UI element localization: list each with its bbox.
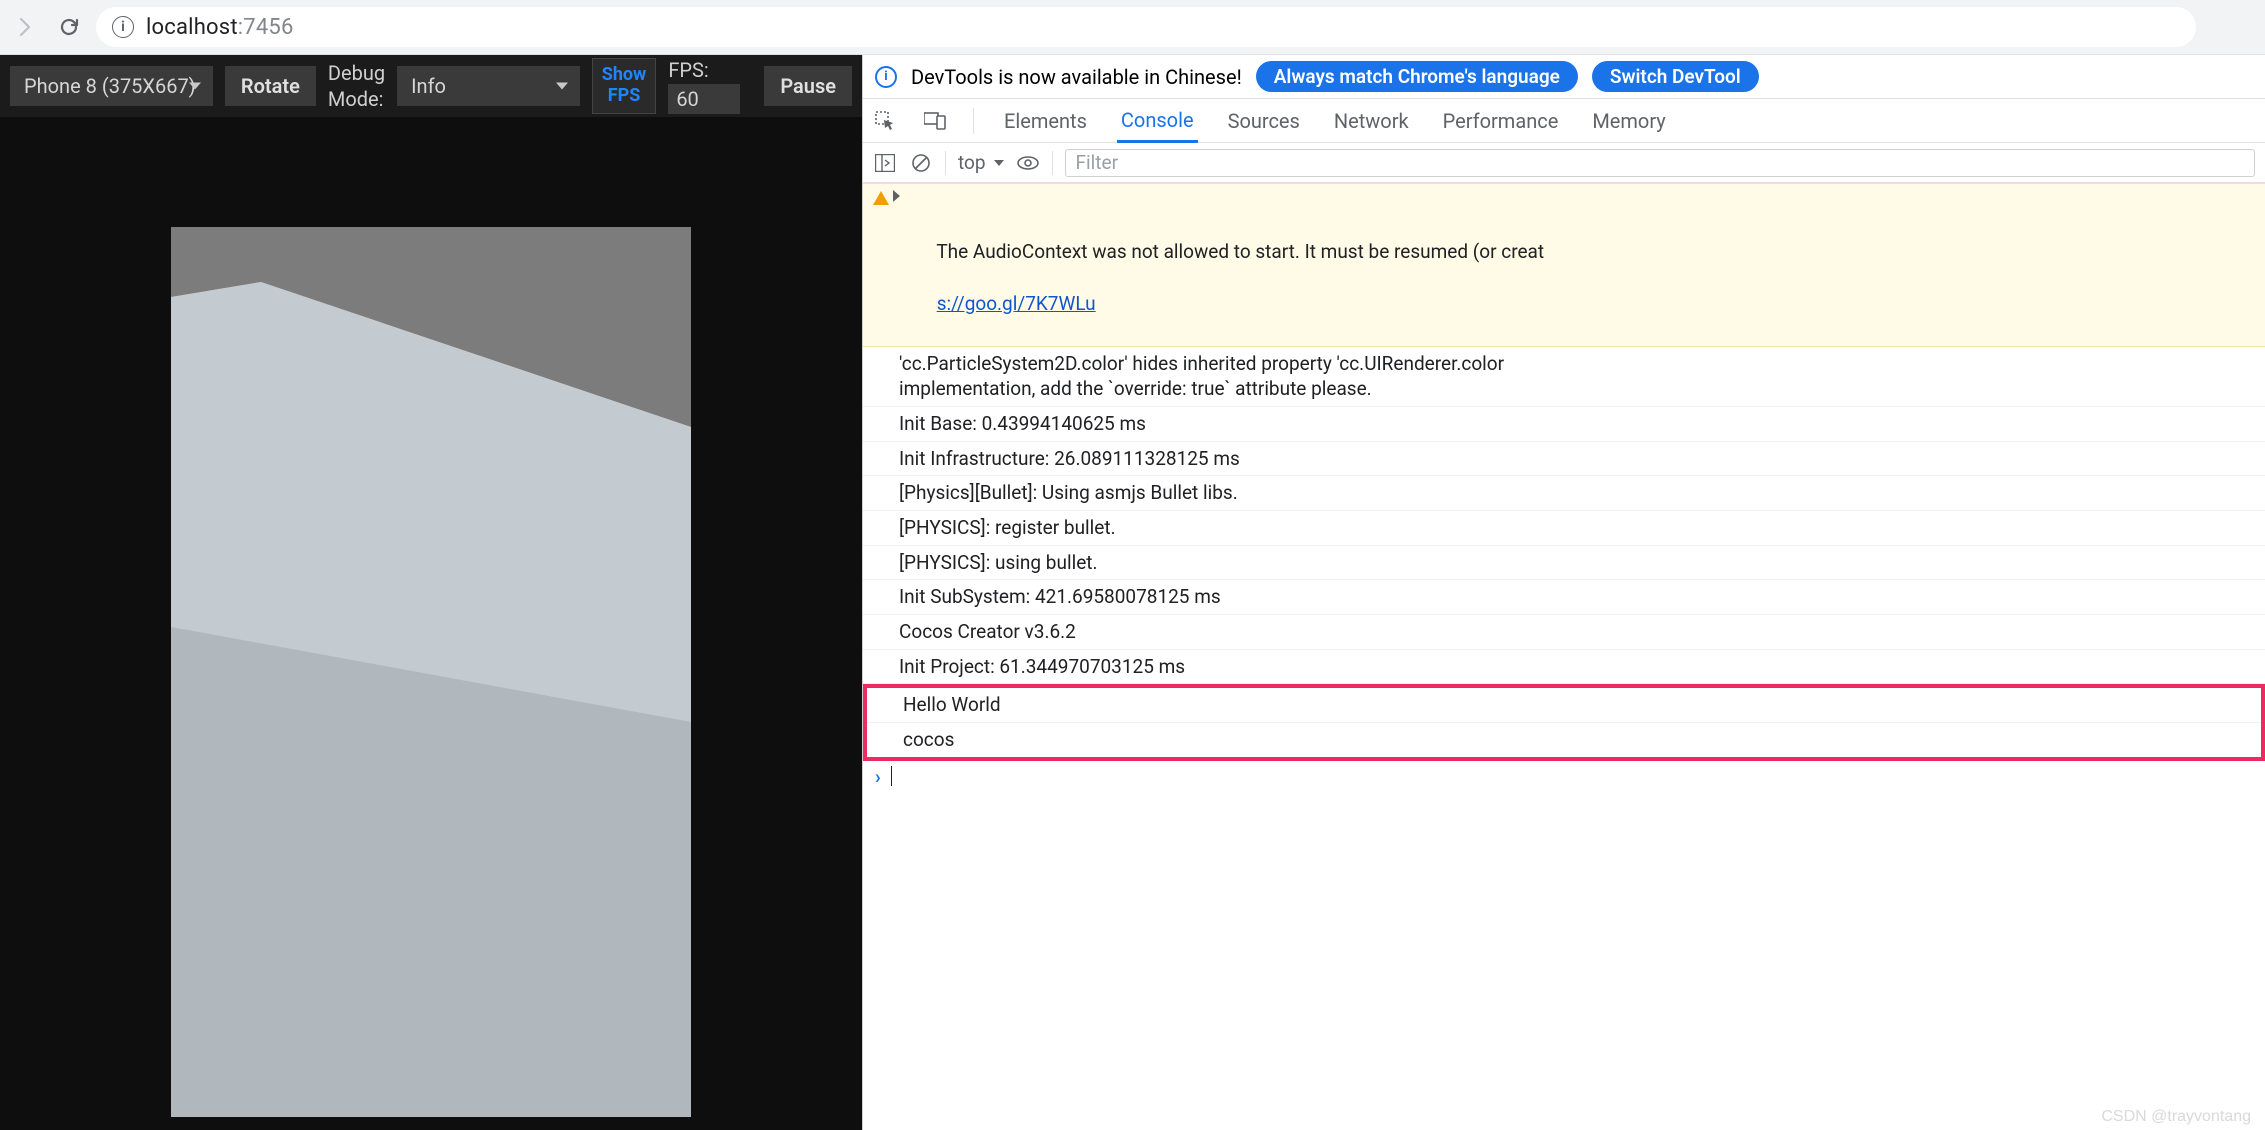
device-select-value: Phone 8 (375X667)	[24, 74, 196, 98]
devtools-pane: i DevTools is now available in Chinese! …	[862, 55, 2265, 1130]
console-log[interactable]: Hello World	[867, 688, 2261, 723]
reload-button[interactable]	[52, 10, 86, 44]
switch-language-button[interactable]: Switch DevTool	[1592, 61, 1759, 92]
clear-console-icon[interactable]	[909, 151, 933, 175]
filter-placeholder: Filter	[1076, 151, 1118, 174]
console-log[interactable]: cocos	[867, 723, 2261, 757]
console-log[interactable]: [PHYSICS]: register bullet.	[863, 511, 2265, 546]
console-sidebar-toggle-icon[interactable]	[873, 151, 897, 175]
cursor-icon	[891, 766, 892, 786]
tab-console[interactable]: Console	[1117, 99, 1198, 143]
url-text: localhost:7456	[146, 15, 294, 40]
address-bar[interactable]: i localhost:7456	[96, 7, 2196, 47]
devtools-tabs: Elements Console Sources Network Perform…	[863, 99, 2265, 143]
fps-block: FPS: 60	[668, 58, 740, 114]
chevron-down-icon	[556, 83, 568, 90]
console-log[interactable]: Init Base: 0.43994140625 ms	[863, 407, 2265, 442]
highlighted-logs: Hello World cocos	[863, 684, 2265, 760]
fps-input[interactable]: 60	[668, 84, 740, 114]
inspect-icon[interactable]	[873, 109, 897, 133]
console-prompt[interactable]: ›	[863, 761, 2265, 792]
expand-arrow-icon[interactable]	[893, 190, 900, 202]
match-language-button[interactable]: Always match Chrome's language	[1256, 61, 1578, 92]
show-fps-toggle[interactable]: Show FPS	[592, 58, 657, 114]
console-log[interactable]: Init Infrastructure: 26.089111328125 ms	[863, 442, 2265, 477]
rotate-button[interactable]: Rotate	[225, 66, 316, 106]
console-warning[interactable]: The AudioContext was not allowed to star…	[863, 183, 2265, 347]
console-output: The AudioContext was not allowed to star…	[863, 183, 2265, 1130]
site-info-icon[interactable]: i	[112, 16, 134, 38]
console-log[interactable]: Cocos Creator v3.6.2	[863, 615, 2265, 650]
notice-text: DevTools is now available in Chinese!	[911, 65, 1242, 89]
tab-elements[interactable]: Elements	[1000, 100, 1091, 141]
scene-3d	[171, 227, 691, 1117]
browser-toolbar: i localhost:7456	[0, 0, 2265, 55]
console-log[interactable]: [Physics][Bullet]: Using asmjs Bullet li…	[863, 476, 2265, 511]
debug-level-select[interactable]: Info	[397, 66, 580, 106]
forward-button[interactable]	[8, 10, 42, 44]
pause-button[interactable]: Pause	[764, 66, 852, 106]
console-log[interactable]: [PHYSICS]: using bullet.	[863, 546, 2265, 581]
canvas-area	[0, 117, 862, 1130]
preview-toolbar: Phone 8 (375X667) Rotate Debug Mode: Inf…	[0, 55, 862, 117]
tab-sources[interactable]: Sources	[1224, 100, 1304, 141]
tab-memory[interactable]: Memory	[1588, 100, 1669, 141]
watermark: CSDN @trayvontang	[2101, 1108, 2251, 1126]
info-icon: i	[875, 66, 897, 88]
debug-level-value: Info	[411, 74, 446, 98]
device-select[interactable]: Phone 8 (375X667)	[10, 66, 213, 106]
prompt-caret-icon: ›	[875, 765, 881, 788]
console-control-bar: top Filter	[863, 143, 2265, 183]
tab-network[interactable]: Network	[1330, 100, 1413, 141]
chevron-down-icon	[994, 160, 1004, 166]
filter-input[interactable]: Filter	[1065, 149, 2255, 177]
live-expression-icon[interactable]	[1016, 151, 1040, 175]
preview-frame[interactable]	[171, 227, 691, 1117]
warning-link[interactable]: s://goo.gl/7K7WLu	[937, 292, 1096, 315]
console-log[interactable]: 'cc.ParticleSystem2D.color' hides inheri…	[863, 347, 2265, 407]
chevron-down-icon	[189, 83, 201, 90]
context-select[interactable]: top	[958, 151, 1004, 174]
console-log[interactable]: Init SubSystem: 421.69580078125 ms	[863, 580, 2265, 615]
devtools-language-notice: i DevTools is now available in Chinese! …	[863, 55, 2265, 99]
fps-label: FPS:	[668, 58, 740, 82]
context-value: top	[958, 151, 986, 174]
device-toggle-icon[interactable]	[923, 109, 947, 133]
url-host: localhost	[146, 15, 238, 40]
preview-pane: Phone 8 (375X667) Rotate Debug Mode: Inf…	[0, 55, 862, 1130]
debug-mode-label: Debug Mode:	[328, 61, 385, 111]
tab-performance[interactable]: Performance	[1439, 100, 1563, 141]
console-log[interactable]: Init Project: 61.344970703125 ms	[863, 650, 2265, 685]
url-port: :7456	[238, 15, 294, 40]
